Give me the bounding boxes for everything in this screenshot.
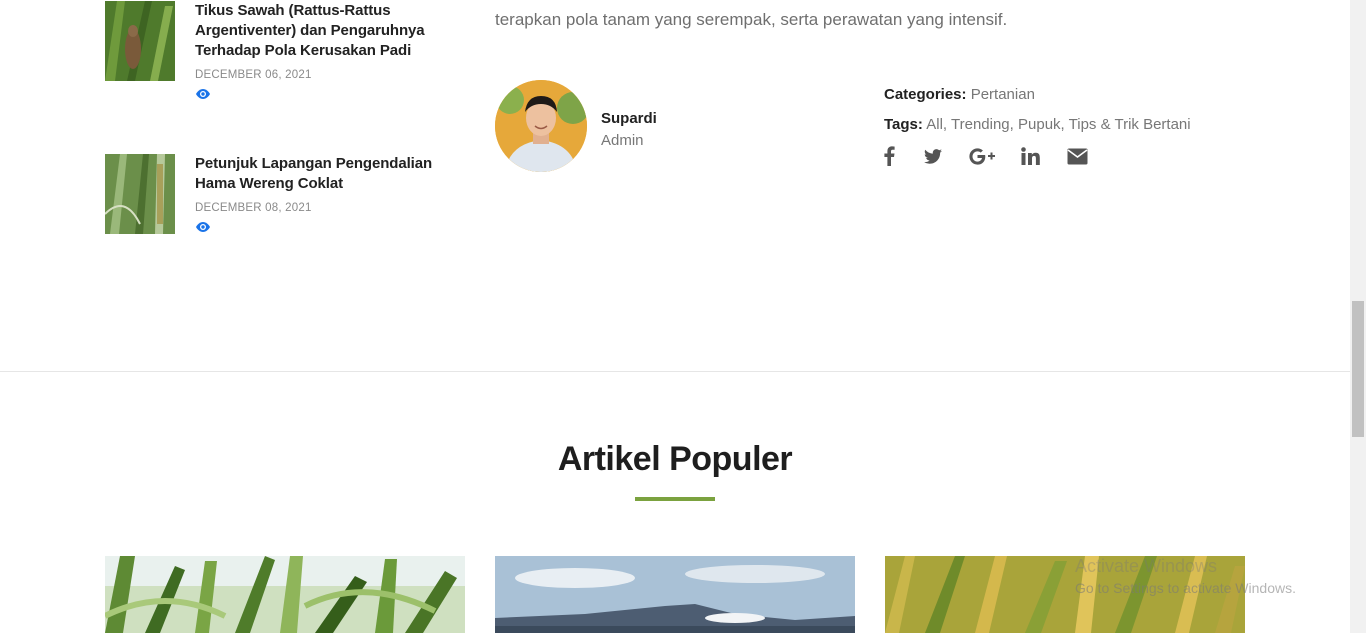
envelope-icon[interactable] <box>1067 144 1088 168</box>
card-image[interactable] <box>105 556 465 633</box>
popular-article-card[interactable] <box>495 556 855 633</box>
category-link[interactable]: Pertanian <box>971 86 1035 103</box>
author-role: Admin <box>601 132 644 149</box>
tag-link[interactable]: All <box>926 116 943 133</box>
windows-watermark-title: Activate Windows <box>1075 556 1218 576</box>
post-tags: Tags: All, Trending, Pupuk, Tips & Trik … <box>884 116 1191 133</box>
facebook-icon[interactable] <box>884 144 895 168</box>
section-title: Artikel Populer <box>557 440 793 478</box>
tag-link[interactable]: Trending <box>951 116 1010 133</box>
tag-link[interactable]: Tips & Trik Bertani <box>1069 116 1191 133</box>
scrollbar-thumb[interactable] <box>1352 301 1364 437</box>
post-thumbnail[interactable] <box>105 1 175 81</box>
section-divider <box>0 371 1350 372</box>
tags-label: Tags: <box>884 116 923 133</box>
categories-label: Categories: <box>884 86 967 103</box>
tag-link[interactable]: Pupuk <box>1018 116 1061 133</box>
popular-article-card[interactable] <box>105 556 465 633</box>
twitter-icon[interactable] <box>924 144 942 168</box>
card-image[interactable] <box>495 556 855 633</box>
google-plus-icon[interactable] <box>969 144 996 168</box>
article-paragraph: terapkan pola tanam yang serempak, serta… <box>495 10 1008 29</box>
eye-icon <box>195 87 211 99</box>
post-date: DECEMBER 08, 2021 <box>195 202 312 214</box>
author-name[interactable]: Supardi <box>601 110 657 127</box>
eye-icon <box>195 220 211 232</box>
post-categories: Categories: Pertanian <box>884 86 1035 103</box>
windows-watermark-subtitle: Go to Settings to activate Windows. <box>1075 580 1296 596</box>
post-thumbnail[interactable] <box>105 154 175 234</box>
linkedin-icon[interactable] <box>1021 144 1040 168</box>
post-title-link[interactable]: Petunjuk Lapangan Pengendalian Hama Were… <box>195 154 455 194</box>
author-avatar <box>495 80 587 172</box>
post-date: DECEMBER 06, 2021 <box>195 69 312 81</box>
post-title-link[interactable]: Tikus Sawah (Rattus-Rattus Argentiventer… <box>195 1 455 61</box>
section-title-underline <box>635 497 715 501</box>
